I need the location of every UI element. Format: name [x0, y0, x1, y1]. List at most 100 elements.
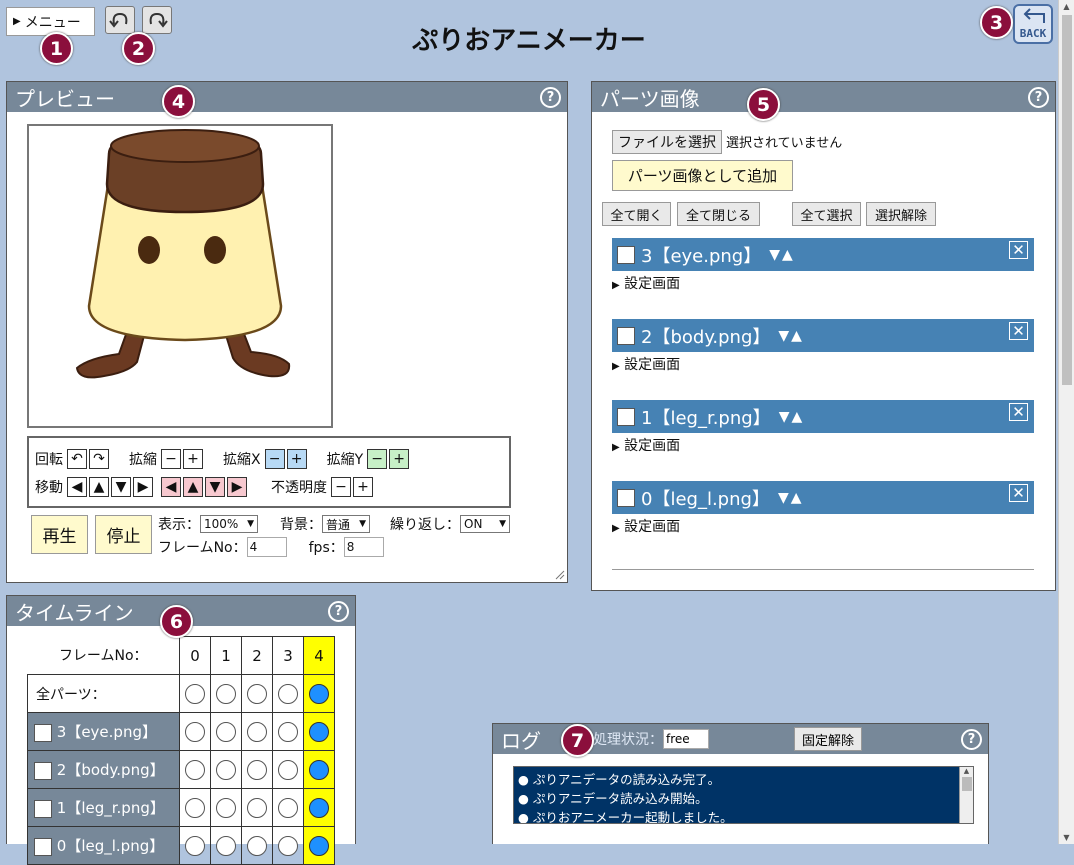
keyframe-cell[interactable]: [272, 750, 304, 789]
scale-x-plus-button[interactable]: +: [286, 449, 307, 469]
log-output[interactable]: ● ぷりアニデータの読み込み完了。 ● ぷりアニデータ読み込み開始。 ● ぷりお…: [513, 766, 974, 824]
move-down-icon[interactable]: ▼: [779, 409, 790, 425]
frame-header-0[interactable]: 0: [179, 636, 211, 675]
scroll-up-icon[interactable]: ▲: [1059, 2, 1074, 11]
move-up-icon[interactable]: ▲: [782, 247, 793, 263]
close-icon[interactable]: ✕: [1009, 484, 1028, 502]
move-down-fine-button[interactable]: ▼: [205, 477, 225, 497]
fps-input[interactable]: 8: [343, 537, 384, 557]
frame-header-2[interactable]: 2: [241, 636, 273, 675]
frame-header-1[interactable]: 1: [210, 636, 242, 675]
help-icon[interactable]: ?: [328, 601, 349, 622]
keyframe-cell[interactable]: [241, 674, 273, 713]
play-button[interactable]: 再生: [31, 515, 88, 554]
deselect-button[interactable]: 選択解除: [866, 202, 936, 226]
timeline-part-label[interactable]: 0【leg_l.png】: [27, 826, 180, 865]
part-item[interactable]: 3【eye.png】 ▼ ▲ ✕: [612, 238, 1034, 271]
select-all-button[interactable]: 全て選択: [792, 202, 861, 226]
display-zoom-select[interactable]: 100% ▼: [200, 515, 258, 533]
part-checkbox[interactable]: [34, 799, 52, 818]
scale-x-minus-button[interactable]: −: [264, 449, 285, 469]
keyframe-cell[interactable]: [210, 674, 242, 713]
scale-y-plus-button[interactable]: +: [389, 449, 410, 469]
close-icon[interactable]: ✕: [1009, 322, 1028, 340]
move-up-icon[interactable]: ▲: [791, 490, 802, 506]
keyframe-cell[interactable]: [303, 788, 335, 827]
move-down-button[interactable]: ▼: [111, 477, 131, 497]
move-down-icon[interactable]: ▼: [769, 247, 780, 263]
frame-header-3[interactable]: 3: [272, 636, 304, 675]
close-all-button[interactable]: 全て閉じる: [677, 202, 760, 226]
keyframe-cell[interactable]: [210, 826, 242, 865]
part-item[interactable]: 0【leg_l.png】 ▼ ▲ ✕: [612, 481, 1034, 514]
move-up-button[interactable]: ▲: [89, 477, 109, 497]
help-icon[interactable]: ?: [540, 87, 561, 108]
repeat-select[interactable]: ON ▼: [460, 515, 510, 533]
scroll-thumb[interactable]: [961, 777, 972, 791]
keyframe-cell[interactable]: [303, 712, 335, 751]
part-checkbox[interactable]: [34, 761, 52, 780]
part-checkbox[interactable]: [34, 837, 52, 856]
keyframe-cell[interactable]: [303, 750, 335, 789]
move-right-fine-button[interactable]: ▶: [227, 477, 247, 497]
add-part-button[interactable]: パーツ画像として追加: [612, 160, 793, 191]
part-checkbox[interactable]: [617, 488, 635, 507]
keyframe-cell[interactable]: [241, 826, 273, 865]
close-icon[interactable]: ✕: [1009, 403, 1028, 421]
back-button[interactable]: BACK: [1013, 4, 1053, 44]
keyframe-cell[interactable]: [241, 712, 273, 751]
keyframe-cell[interactable]: [272, 826, 304, 865]
keyframe-cell[interactable]: [303, 826, 335, 865]
keyframe-cell[interactable]: [210, 750, 242, 789]
part-checkbox[interactable]: [617, 326, 635, 345]
keyframe-cell[interactable]: [272, 788, 304, 827]
move-left-button[interactable]: ◀: [67, 477, 87, 497]
keyframe-cell[interactable]: [303, 674, 335, 713]
scroll-down-icon[interactable]: ▼: [1059, 833, 1074, 842]
frame-no-input[interactable]: 4: [246, 537, 287, 557]
rotate-right-button[interactable]: ↷: [89, 449, 109, 469]
opacity-minus-button[interactable]: −: [331, 477, 351, 497]
keyframe-cell[interactable]: [241, 750, 273, 789]
settings-toggle[interactable]: ▶ 設定画面: [612, 354, 680, 374]
help-icon[interactable]: ?: [1028, 87, 1049, 108]
timeline-part-label[interactable]: 2【body.png】: [27, 750, 180, 789]
background-select[interactable]: 普通 ▼: [322, 515, 370, 533]
move-up-icon[interactable]: ▲: [791, 409, 802, 425]
keyframe-cell[interactable]: [272, 712, 304, 751]
keyframe-cell[interactable]: [179, 750, 211, 789]
page-scrollbar[interactable]: ▲ ▼: [1058, 0, 1074, 844]
keyframe-cell[interactable]: [241, 788, 273, 827]
help-icon[interactable]: ?: [961, 729, 982, 750]
preview-canvas[interactable]: [27, 124, 333, 428]
scale-minus-button[interactable]: −: [161, 449, 181, 469]
settings-toggle[interactable]: ▶ 設定画面: [612, 273, 680, 293]
part-item[interactable]: 2【body.png】 ▼ ▲ ✕: [612, 319, 1034, 352]
settings-toggle[interactable]: ▶ 設定画面: [612, 435, 680, 455]
keyframe-cell[interactable]: [210, 712, 242, 751]
keyframe-cell[interactable]: [179, 826, 211, 865]
scale-plus-button[interactable]: +: [183, 449, 203, 469]
settings-toggle[interactable]: ▶ 設定画面: [612, 516, 680, 536]
move-left-fine-button[interactable]: ◀: [161, 477, 181, 497]
keyframe-cell[interactable]: [179, 674, 211, 713]
scroll-thumb[interactable]: [1061, 15, 1072, 385]
part-checkbox[interactable]: [34, 723, 52, 742]
rotate-left-button[interactable]: ↶: [67, 449, 87, 469]
scroll-up-icon[interactable]: ▲: [960, 767, 973, 775]
move-up-icon[interactable]: ▲: [791, 328, 802, 344]
keyframe-cell[interactable]: [179, 788, 211, 827]
move-down-icon[interactable]: ▼: [778, 490, 789, 506]
frame-header-4[interactable]: 4: [303, 636, 335, 675]
opacity-plus-button[interactable]: +: [353, 477, 373, 497]
move-down-icon[interactable]: ▼: [778, 328, 789, 344]
open-all-button[interactable]: 全て開く: [602, 202, 671, 226]
choose-file-button[interactable]: ファイルを選択: [612, 129, 722, 154]
keyframe-cell[interactable]: [210, 788, 242, 827]
keyframe-cell[interactable]: [272, 674, 304, 713]
part-checkbox[interactable]: [617, 407, 635, 426]
close-icon[interactable]: ✕: [1009, 241, 1028, 259]
timeline-part-label[interactable]: 3【eye.png】: [27, 712, 180, 751]
move-up-fine-button[interactable]: ▲: [183, 477, 203, 497]
timeline-part-label[interactable]: 1【leg_r.png】: [27, 788, 180, 827]
